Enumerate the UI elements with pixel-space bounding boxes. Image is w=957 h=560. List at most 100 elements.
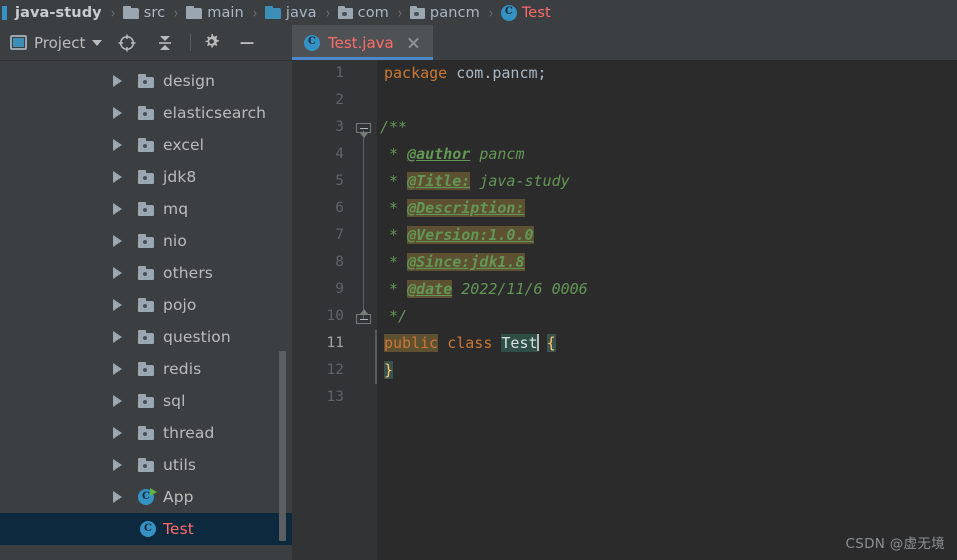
module-folder-icon	[138, 330, 154, 344]
tab-test-java[interactable]: Test.java	[292, 25, 433, 60]
code-line-1: 1 package com.pancm;	[292, 60, 957, 87]
token-javadoc-value-author: pancm	[470, 145, 525, 163]
expand-arrow-icon[interactable]	[113, 331, 122, 343]
breadcrumb-separator-icon: ›	[173, 3, 179, 22]
project-view-icon	[10, 35, 27, 50]
code-editor[interactable]: 1 package com.pancm; 2 3 /** 4 * @author…	[292, 60, 957, 560]
expand-arrow-icon[interactable]	[113, 203, 122, 215]
code-line-6: 6 * @Description:	[292, 195, 957, 222]
expand-arrow-icon[interactable]	[113, 459, 122, 471]
tree-row-label: thread	[163, 424, 215, 442]
tree-row-nio[interactable]: nio	[0, 225, 292, 257]
module-folder-icon	[138, 426, 154, 440]
expand-arrow-icon[interactable]	[113, 427, 122, 439]
settings-button[interactable]	[198, 30, 224, 56]
breadcrumb-separator-icon: ›	[110, 3, 115, 22]
breadcrumb-item-com[interactable]: com	[337, 0, 390, 25]
collapse-all-button[interactable]	[152, 30, 178, 56]
expand-arrow-icon[interactable]	[113, 395, 122, 407]
collapse-all-icon	[159, 35, 172, 50]
project-edge-marker	[2, 5, 7, 20]
module-folder-icon	[138, 106, 154, 120]
breadcrumb-separator-icon: ›	[325, 3, 330, 22]
editor-area: Test.java 1 package com.pancm;	[292, 25, 957, 560]
tree-row-redis[interactable]: redis	[0, 353, 292, 385]
tree-row-test[interactable]: Test	[0, 513, 292, 545]
tree-row-elasticsearch[interactable]: elasticsearch	[0, 97, 292, 129]
line-number: 4	[335, 146, 344, 162]
expand-arrow-icon[interactable]	[113, 267, 122, 279]
breadcrumb-item-java[interactable]: java	[264, 0, 318, 25]
code-line-7: 7 * @Version:1.0.0	[292, 222, 957, 249]
module-folder-icon	[138, 266, 154, 280]
breadcrumb-label: main	[207, 4, 244, 21]
token-keyword-public: public	[384, 334, 439, 352]
breadcrumb-item-java-study[interactable]: java-study	[9, 0, 103, 25]
project-tree-scrollbar[interactable]	[279, 351, 286, 541]
chevron-down-icon[interactable]	[92, 39, 103, 46]
expand-arrow-icon[interactable]	[113, 171, 122, 183]
module-folder-icon	[138, 362, 154, 376]
expand-arrow-icon[interactable]	[113, 107, 122, 119]
token-javadoc-tag-author: @author	[407, 145, 471, 163]
token-javadoc-value-date: 2022/11/6 0006	[452, 280, 588, 298]
source-folder-icon	[264, 5, 281, 19]
package-icon	[337, 5, 353, 19]
expand-arrow-icon[interactable]	[113, 235, 122, 247]
breadcrumb-item-test[interactable]: Test	[500, 0, 552, 25]
project-tree[interactable]: design elasticsearch excel jdk8 mq nio o…	[0, 61, 292, 560]
tree-row-label: redis	[163, 360, 202, 378]
expand-arrow-icon[interactable]	[113, 139, 122, 151]
token-javadoc-value-title: java-study	[470, 172, 570, 190]
token-brace-close: }	[384, 361, 394, 379]
line-number: 13	[326, 389, 344, 405]
tree-row-question[interactable]: question	[0, 321, 292, 353]
tree-row-label: pojo	[163, 296, 197, 314]
expand-arrow-icon[interactable]	[113, 491, 122, 503]
breadcrumb-item-main[interactable]: main	[185, 0, 245, 25]
project-tool-window: Project design elasticsearch excel jdk8 …	[0, 25, 292, 560]
toolbar-divider	[190, 34, 192, 51]
tree-row-jdk8[interactable]: jdk8	[0, 161, 292, 193]
expand-arrow-icon[interactable]	[113, 75, 122, 87]
locate-file-button[interactable]	[114, 30, 140, 56]
breadcrumb-item-src[interactable]: src	[122, 0, 166, 25]
tree-row-others[interactable]: others	[0, 257, 292, 289]
gear-icon	[205, 34, 219, 48]
tree-row-app[interactable]: App	[0, 481, 292, 513]
line-text: /**	[380, 114, 407, 141]
line-text: }	[384, 357, 394, 384]
breadcrumb-label: Test	[521, 4, 551, 21]
tree-row-pojo[interactable]: pojo	[0, 289, 292, 321]
tree-row-label: utils	[163, 456, 197, 474]
token-javadoc-tag-description: @Description:	[407, 199, 525, 217]
hide-tool-window-button[interactable]	[234, 30, 260, 56]
token-keyword: package	[384, 64, 448, 82]
tree-row-mq[interactable]: mq	[0, 193, 292, 225]
line-number: 10	[326, 308, 344, 324]
tree-row-label: design	[163, 72, 216, 90]
tree-row-thread[interactable]: thread	[0, 417, 292, 449]
tree-row-sql[interactable]: sql	[0, 385, 292, 417]
project-toolbar: Project	[0, 25, 292, 60]
breadcrumb-label: java	[285, 4, 317, 21]
tree-row-design[interactable]: design	[0, 65, 292, 97]
breadcrumb-label: java-study	[15, 4, 102, 21]
token-doc-close: */	[380, 307, 408, 325]
token-brace-open: {	[546, 334, 556, 352]
module-folder-icon	[138, 234, 154, 248]
expand-arrow-icon[interactable]	[113, 299, 122, 311]
close-icon[interactable]	[406, 35, 421, 50]
breadcrumb-label: pancm	[429, 4, 480, 21]
tree-row-excel[interactable]: excel	[0, 129, 292, 161]
module-folder-icon	[138, 394, 154, 408]
tree-row-utils[interactable]: utils	[0, 449, 292, 481]
breadcrumb-separator-icon: ›	[488, 3, 494, 22]
code-line-11: 11 public class Test {	[292, 330, 957, 357]
line-number: 1	[335, 65, 344, 81]
breadcrumb-item-pancm[interactable]: pancm	[409, 0, 481, 25]
tree-row-label: question	[163, 328, 231, 346]
folder-icon	[186, 5, 203, 19]
expand-arrow-icon[interactable]	[113, 363, 122, 375]
folder-icon	[122, 5, 139, 19]
